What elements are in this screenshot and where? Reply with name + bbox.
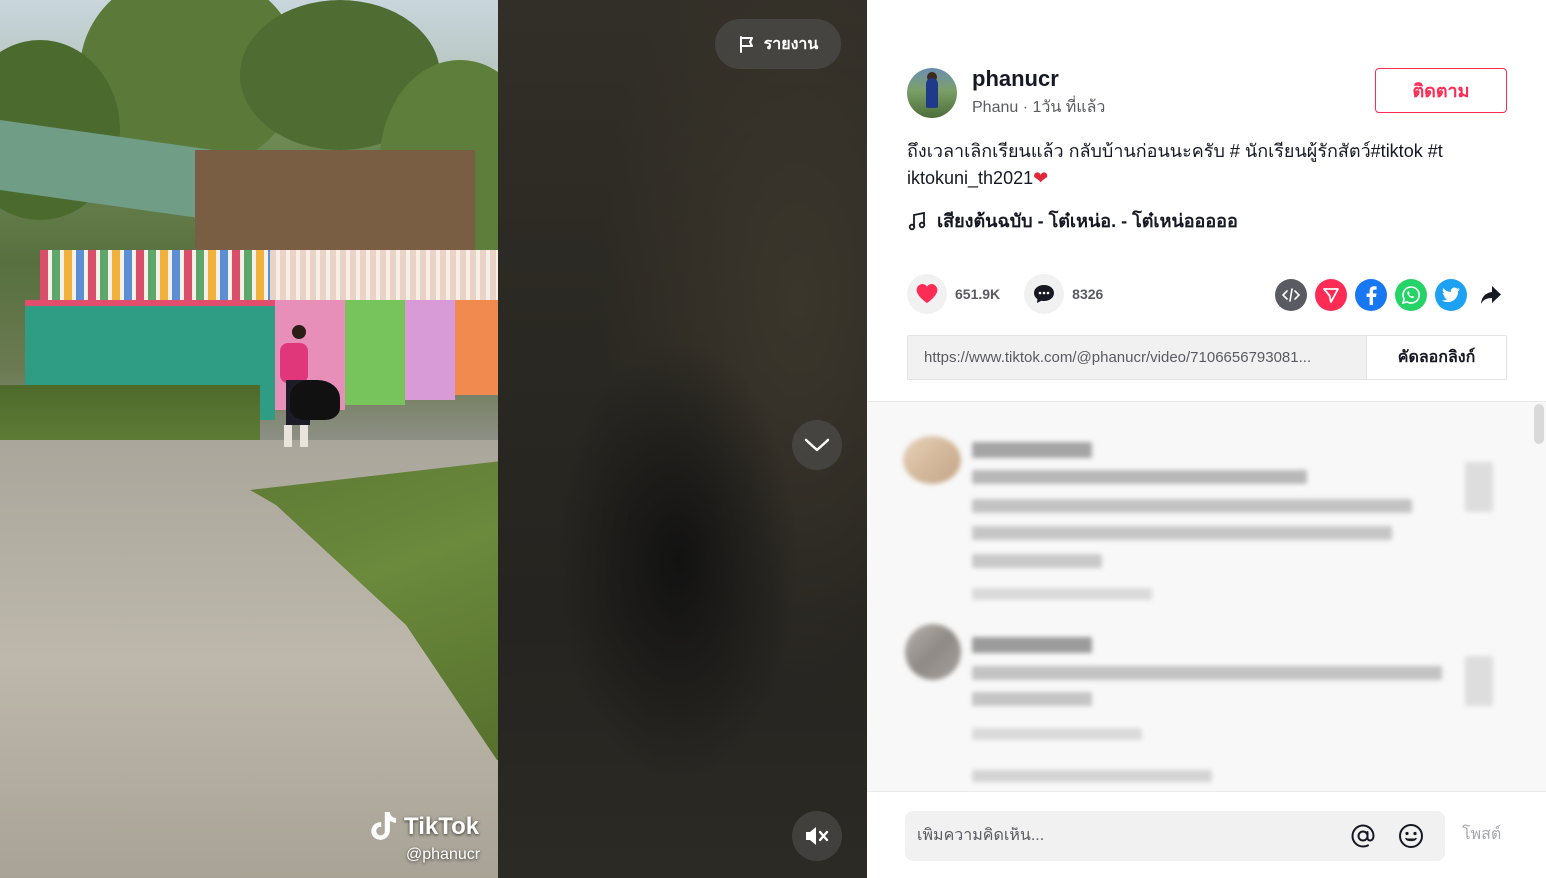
chevron-down-icon (804, 438, 830, 452)
avatar[interactable] (907, 68, 957, 118)
comment-like (1465, 656, 1493, 706)
scene-grass (0, 385, 260, 445)
follow-button[interactable]: ติดตาม (1375, 68, 1507, 113)
like-count: 651.9K (955, 286, 1001, 302)
engagement-actions: 651.9K 8326 (907, 274, 1103, 314)
share-link-url[interactable]: https://www.tiktok.com/@phanucr/video/71… (908, 336, 1366, 379)
like-button[interactable] (907, 274, 947, 314)
twitter-icon[interactable] (1435, 279, 1467, 311)
whatsapp-icon[interactable] (1395, 279, 1427, 311)
comment-reply-toggle (972, 770, 1212, 782)
author-row: phanucr Phanu · 1วัน ที่แล้ว (907, 66, 1105, 120)
music-note-icon (908, 211, 926, 230)
comment-button[interactable] (1024, 274, 1065, 314)
tiktok-watermark: TikTok @phanucr (370, 812, 480, 864)
comment-text (972, 499, 1412, 513)
comment-text (972, 470, 1307, 484)
comment-text (972, 692, 1092, 706)
comment-username (972, 442, 1092, 458)
speaker-muted-icon (806, 827, 829, 845)
share-arrow-icon[interactable] (1475, 279, 1507, 311)
video-detail-panel: phanucr Phanu · 1วัน ที่แล้ว ติดตาม ถึงเ… (867, 0, 1546, 878)
scene-building (195, 150, 475, 250)
music-link[interactable]: เสียงต้นฉบับ - โต๋เหน่อ. - โต๋เหน่อออออ (907, 206, 1238, 235)
at-icon[interactable] (1349, 822, 1377, 850)
watermark-brand: TikTok (404, 813, 480, 840)
embed-icon[interactable] (1275, 279, 1307, 311)
heart-icon (916, 284, 938, 304)
caption-line-1: ถึงเวลาเลิกเรียนแล้ว กลับบ้านก่อนนะครับ … (907, 141, 1443, 161)
caption-line-2: iktokuni_th2021 (907, 168, 1034, 188)
comment-text (972, 526, 1392, 540)
comment-like (1465, 462, 1493, 512)
avatar (905, 624, 961, 680)
report-label: รายงาน (763, 35, 819, 53)
flag-icon (739, 36, 753, 53)
music-title: เสียงต้นฉบับ - โต๋เหน่อ. - โต๋เหน่อออออ (937, 211, 1238, 231)
author-username[interactable]: phanucr (972, 66, 1105, 92)
comment-input[interactable] (917, 827, 1349, 845)
emoji-icon[interactable] (1397, 822, 1425, 850)
report-button[interactable]: รายงาน (715, 19, 841, 69)
share-link-box: https://www.tiktok.com/@phanucr/video/71… (907, 335, 1507, 380)
tiktok-logo-icon (371, 812, 396, 840)
avatar (903, 436, 961, 484)
scene-wall (345, 300, 405, 405)
comment-compose-bar: โพสต์ (867, 791, 1546, 878)
comment-list[interactable] (867, 401, 1546, 791)
comment-meta (972, 588, 1152, 600)
comment-text (972, 554, 1102, 568)
video-frame[interactable]: TikTok @phanucr (0, 0, 498, 878)
comment-text (972, 666, 1442, 680)
comment-count: 8326 (1072, 286, 1104, 302)
video-player[interactable]: TikTok @phanucr รายงาน (0, 0, 867, 878)
scene-wall (405, 300, 455, 400)
next-video-button[interactable] (792, 420, 842, 470)
mute-button[interactable] (792, 811, 842, 861)
comment-meta (972, 728, 1142, 740)
share-buttons (1275, 279, 1507, 311)
author-subtitle: Phanu · 1วัน ที่แล้ว (972, 95, 1105, 120)
comment-scrollbar[interactable] (1534, 404, 1544, 444)
author-separator: · (1018, 99, 1033, 116)
copy-link-button[interactable]: คัดลอกลิงก์ (1366, 336, 1506, 379)
watermark-handle: @phanucr (406, 846, 481, 863)
facebook-icon[interactable] (1355, 279, 1387, 311)
send-icon[interactable] (1315, 279, 1347, 311)
comment-username (972, 637, 1092, 653)
author-nickname: Phanu (972, 99, 1019, 116)
scene-fence (270, 250, 498, 305)
scene-fence (40, 250, 270, 305)
post-comment-button[interactable]: โพสต์ (1462, 822, 1501, 847)
caption-heart-emoji: ❤ (1033, 168, 1049, 188)
scene-dog (290, 380, 340, 420)
scene-wall (455, 300, 498, 395)
comment-input-wrapper (905, 811, 1445, 861)
post-time: 1วัน ที่แล้ว (1032, 99, 1106, 116)
video-caption: ถึงเวลาเลิกเรียนแล้ว กลับบ้านก่อนนะครับ … (907, 138, 1487, 192)
comment-bubble-icon (1034, 285, 1055, 303)
